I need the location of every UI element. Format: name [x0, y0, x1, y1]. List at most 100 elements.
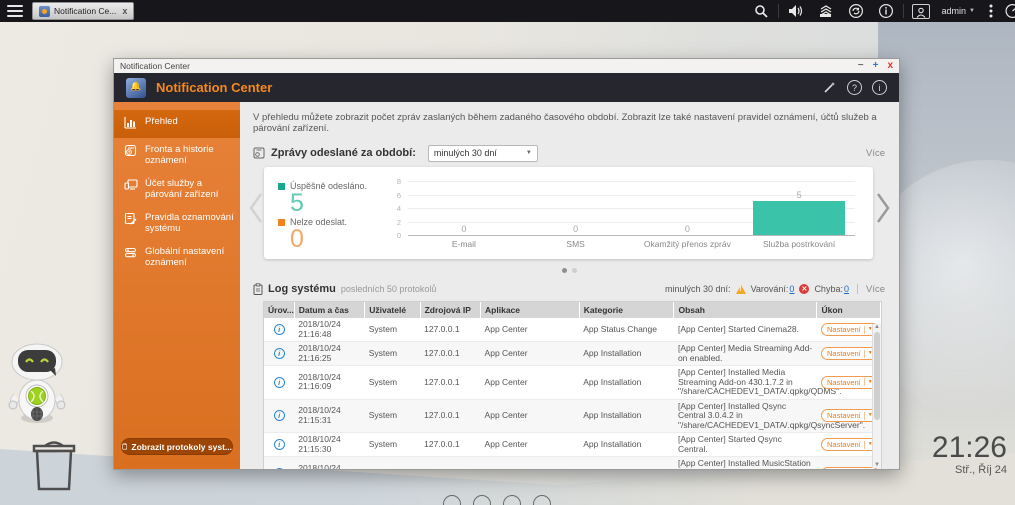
- admin-menu[interactable]: admin ▼: [936, 6, 981, 16]
- notification-rules-icon: [124, 212, 138, 228]
- dock-icon[interactable]: [533, 495, 551, 505]
- settings-action-button[interactable]: Nastavení▼: [821, 409, 879, 422]
- global-settings-icon: [124, 246, 138, 262]
- tab-label: Notification Ce...: [54, 6, 116, 16]
- sidebar-item-label: Globální nastavení oznámení: [145, 246, 234, 268]
- error-icon: ✕: [799, 284, 809, 294]
- tab-close-icon[interactable]: x: [122, 6, 127, 16]
- info-icon[interactable]: [871, 0, 901, 22]
- table-scrollbar[interactable]: ▲ ▼: [872, 324, 881, 468]
- robot-mascot[interactable]: [6, 342, 68, 439]
- sidebar-item-queue-history[interactable]: Fronta a historie oznámení: [114, 138, 240, 172]
- main-menu-icon[interactable]: [7, 5, 23, 17]
- scrollbar-thumb[interactable]: [874, 332, 880, 420]
- notification-center-icon: [39, 6, 50, 17]
- table-row[interactable]: i 2018/10/2421:15:31 System127.0.0.1 App…: [264, 399, 881, 433]
- legend-success-swatch: [278, 183, 285, 190]
- pagination-dot[interactable]: [572, 268, 577, 273]
- overview-chart-icon: [124, 116, 138, 132]
- search-icon[interactable]: [746, 0, 776, 22]
- settings-action-button[interactable]: Nastavení▼: [821, 347, 879, 360]
- warning-icon: [736, 285, 746, 294]
- close-button[interactable]: x: [887, 61, 893, 71]
- table-row[interactable]: i 2018/10/2421:16:48 System127.0.0.1 App…: [264, 318, 881, 342]
- col-header-action[interactable]: Úkon: [817, 302, 881, 318]
- clipboard-icon: [122, 441, 127, 452]
- dock-icons[interactable]: [443, 495, 551, 505]
- admin-label: admin: [942, 6, 967, 16]
- clock-date: Stř., Říj 24: [932, 464, 1007, 476]
- clock-time: 21:26: [932, 432, 1007, 464]
- background-tasks-icon[interactable]: [811, 0, 841, 22]
- settings-action-button[interactable]: Nastavení▼: [821, 376, 879, 389]
- about-icon[interactable]: i: [872, 80, 887, 95]
- settings-action-button[interactable]: Nastavení▼: [821, 467, 879, 469]
- sync-status-icon[interactable]: [841, 0, 871, 22]
- table-row[interactable]: i 2018/10/2421:16:25 System127.0.0.1 App…: [264, 342, 881, 366]
- carousel-next-icon[interactable]: [875, 191, 891, 225]
- x-axis-labels: E-mail SMS Okamžitý přenos zpráv Služba …: [408, 239, 855, 249]
- log-more-link[interactable]: Více: [866, 284, 885, 295]
- dashboard-icon[interactable]: [1001, 0, 1015, 22]
- scroll-down-icon[interactable]: ▼: [873, 462, 881, 468]
- dock-icon[interactable]: [443, 495, 461, 505]
- bar-column-sms: 0: [520, 181, 632, 235]
- table-header-row: Úrov... Datum a čas Uživatelé Zdrojová I…: [264, 302, 881, 318]
- bar-value-label: 5: [797, 189, 802, 201]
- settings-action-button[interactable]: Nastavení▼: [821, 438, 879, 451]
- quick-setup-wand-icon[interactable]: [822, 80, 837, 95]
- user-icon[interactable]: [906, 0, 936, 22]
- messages-more-link[interactable]: Více: [866, 148, 885, 159]
- table-row[interactable]: i 2018/10/2421:15:30 System127.0.0.1 App…: [264, 433, 881, 457]
- more-options-icon[interactable]: [981, 0, 1001, 22]
- col-header-source-ip[interactable]: Zdrojová IP: [420, 302, 480, 318]
- volume-icon[interactable]: [781, 0, 811, 22]
- col-header-application[interactable]: Aplikace: [481, 302, 580, 318]
- maximize-button[interactable]: +: [873, 61, 879, 71]
- bar-value-label: 0: [685, 223, 690, 235]
- service-pairing-icon: [124, 178, 138, 194]
- sidebar-item-service-pairing[interactable]: Účet služby a párování zařízení: [114, 172, 240, 206]
- recycle-bin-icon[interactable]: [25, 438, 83, 497]
- y-axis-ticks: 8 6 4 2 0: [386, 177, 404, 239]
- info-level-icon: i: [274, 439, 285, 450]
- col-header-datetime[interactable]: Datum a čas: [294, 302, 365, 318]
- notification-center-window: Notification Center − + x Notification C…: [113, 58, 900, 470]
- scroll-up-icon[interactable]: ▲: [873, 324, 881, 330]
- bar-column-email: 0: [408, 181, 520, 235]
- sidebar-item-overview[interactable]: Přehled: [114, 110, 240, 138]
- period-select-value: minulých 30 dní: [434, 148, 497, 158]
- help-icon[interactable]: ?: [847, 80, 862, 95]
- x-axis-line: [408, 235, 855, 236]
- period-select[interactable]: minulých 30 dní ▼: [428, 145, 538, 162]
- col-header-level[interactable]: Úrov...: [264, 302, 294, 318]
- show-system-logs-button[interactable]: Zobrazit protokoly syst...: [121, 438, 233, 455]
- sidebar-item-notification-rules[interactable]: Pravidla oznamování systému: [114, 206, 240, 240]
- window-titlebar[interactable]: Notification Center − + x: [114, 59, 899, 73]
- desktop-clock: 21:26 Stř., Říj 24: [932, 432, 1007, 476]
- taskbar-tab-notification-center[interactable]: Notification Ce... x: [32, 2, 134, 20]
- sidebar-item-global-settings[interactable]: Globální nastavení oznámení: [114, 240, 240, 274]
- bar-column-push-service: 5: [743, 181, 855, 235]
- carousel-prev-icon[interactable]: [248, 191, 264, 225]
- warning-count-link[interactable]: 0: [789, 284, 794, 294]
- notification-center-app-icon: [126, 78, 146, 98]
- col-header-content[interactable]: Obsah: [674, 302, 817, 318]
- col-header-users[interactable]: Uživatelé: [365, 302, 420, 318]
- error-count-link[interactable]: 0: [844, 284, 849, 294]
- dock-icon[interactable]: [503, 495, 521, 505]
- main-content: V přehledu můžete zobrazit počet zpráv z…: [240, 102, 899, 469]
- system-log-table: Úrov... Datum a čas Uživatelé Zdrojová I…: [263, 301, 882, 469]
- pagination-dot-active[interactable]: [562, 268, 567, 273]
- sidebar-item-label: Fronta a historie oznámení: [145, 144, 234, 166]
- settings-action-button[interactable]: Nastavení▼: [821, 323, 879, 336]
- table-row[interactable]: i 2018/10/2421:16:09 System127.0.0.1 App…: [264, 366, 881, 400]
- bar-column-instant-messaging: 0: [632, 181, 744, 235]
- col-header-category[interactable]: Kategorie: [579, 302, 674, 318]
- minimize-button[interactable]: −: [858, 61, 864, 71]
- window-title: Notification Center: [120, 61, 190, 71]
- warning-label: Varování:: [751, 284, 789, 294]
- dock-icon[interactable]: [473, 495, 491, 505]
- table-row[interactable]: i 2018/10/2421:14:21 System127.0.0.1 App…: [264, 457, 881, 470]
- info-level-icon: i: [274, 410, 285, 421]
